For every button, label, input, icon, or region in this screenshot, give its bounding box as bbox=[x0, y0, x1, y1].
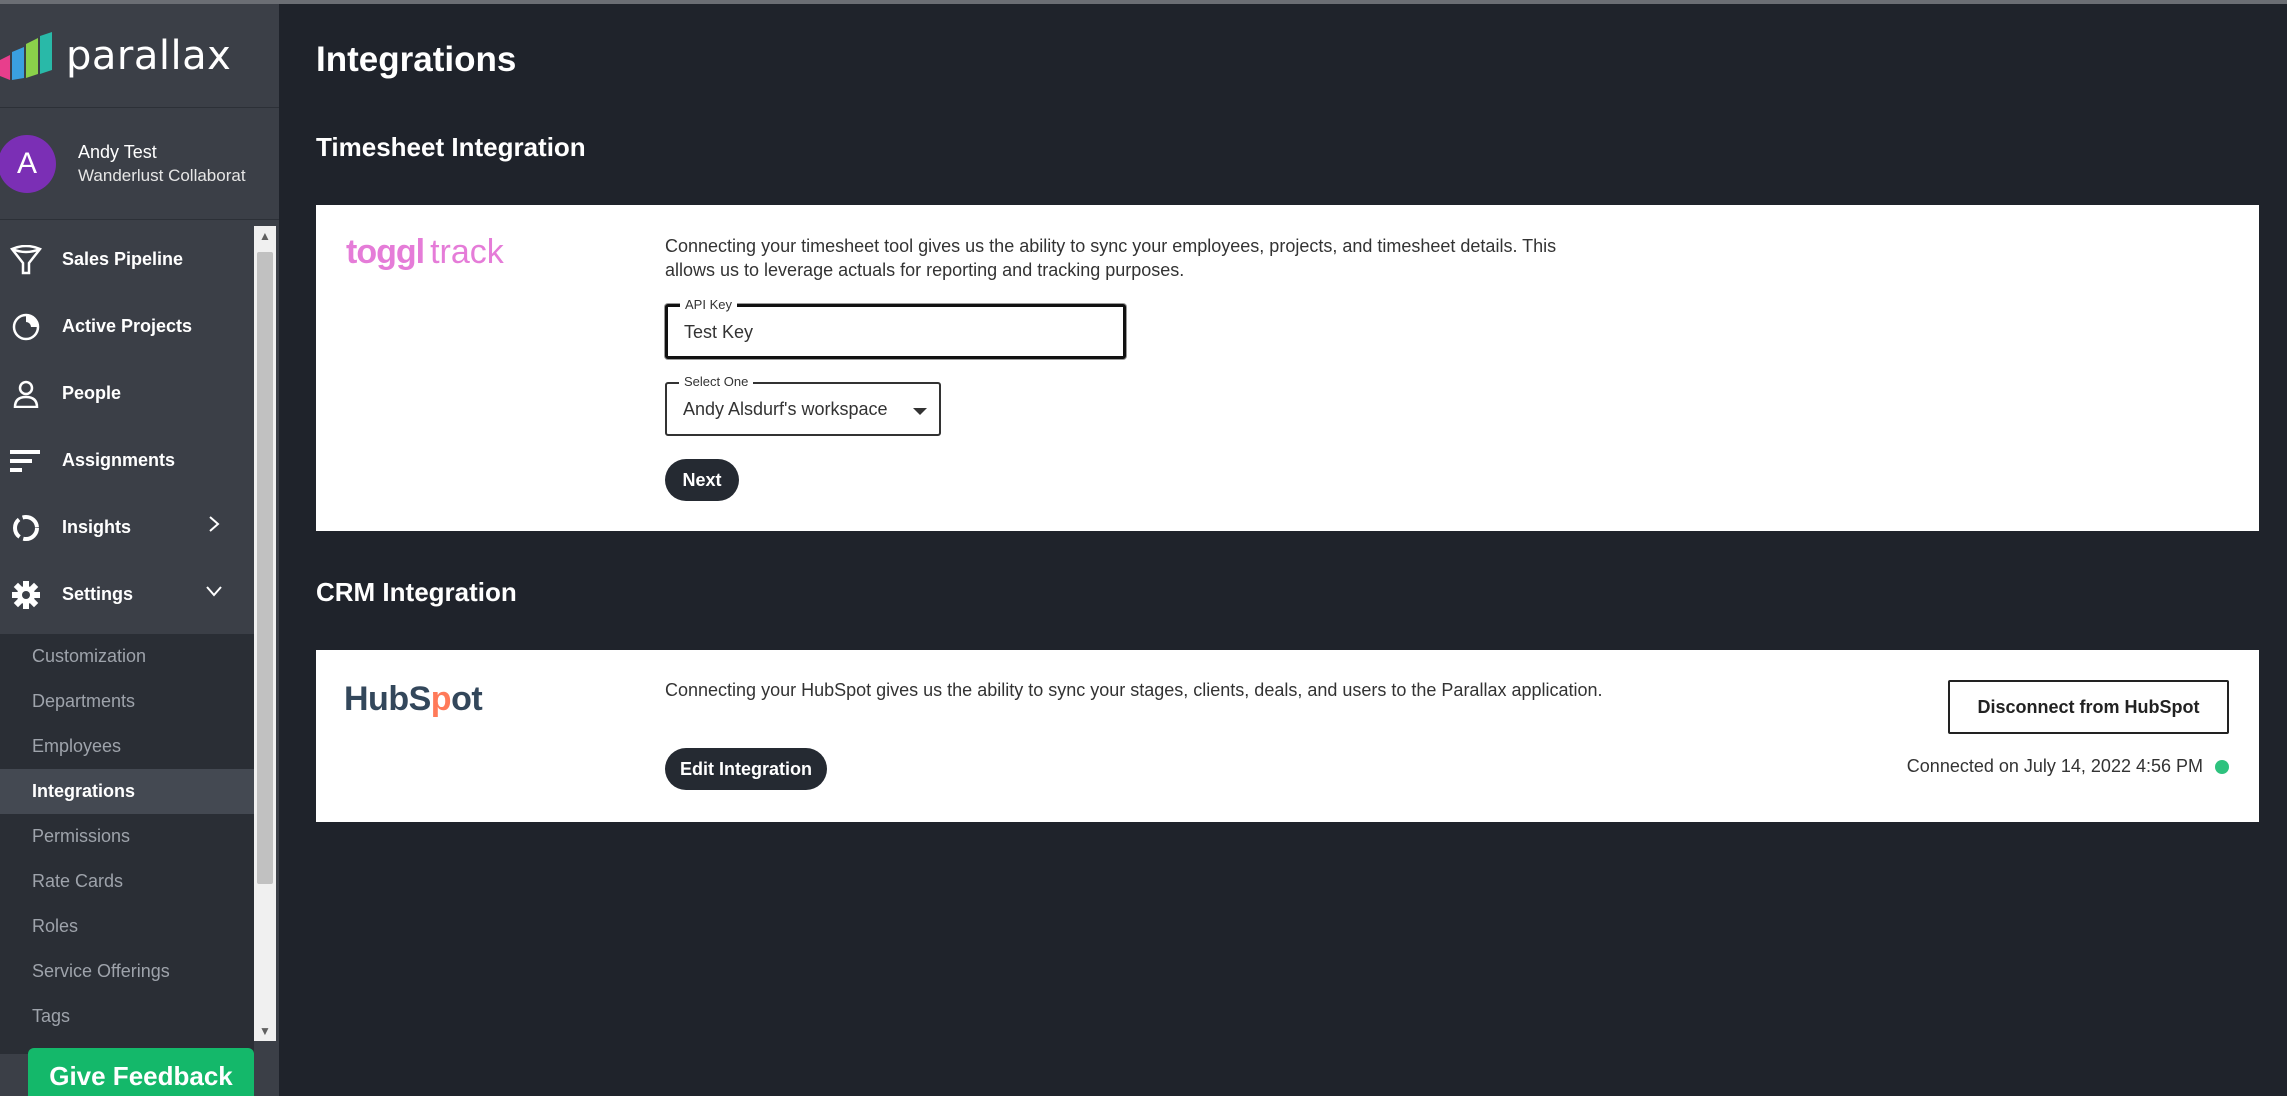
bars-icon bbox=[8, 443, 44, 479]
gear-icon bbox=[8, 577, 44, 613]
nav-item-active-projects[interactable]: Active Projects bbox=[0, 293, 254, 360]
person-icon bbox=[8, 376, 44, 412]
workspace-select-label: Select One bbox=[679, 374, 754, 390]
nav-item-sales-pipeline[interactable]: Sales Pipeline bbox=[0, 226, 254, 293]
hubspot-logo-suffix: ot bbox=[451, 680, 483, 718]
api-key-input[interactable]: API Key Test Key bbox=[665, 297, 1126, 359]
nav-item-assignments[interactable]: Assignments bbox=[0, 427, 254, 494]
crm-description: Connecting your HubSpot gives us the abi… bbox=[665, 680, 1603, 700]
main-content: Integrations Timesheet Integration toggl… bbox=[279, 4, 2287, 1096]
sidebar-subitem-employees[interactable]: Employees bbox=[0, 724, 254, 769]
timesheet-description: Connecting your timesheet tool gives us … bbox=[665, 236, 1557, 280]
workspace-select-value: Andy Alsdurf's workspace bbox=[683, 399, 888, 419]
sidebar-subitem-integrations[interactable]: Integrations bbox=[0, 769, 254, 814]
settings-submenu: Customization Departments Employees Inte… bbox=[0, 634, 254, 1054]
nav-label: Settings bbox=[62, 584, 134, 604]
api-key-value: Test Key bbox=[684, 322, 754, 342]
toggl-logo-bold: toggl bbox=[346, 233, 425, 271]
page-title: Integrations bbox=[316, 40, 517, 79]
hubspot-logo-prefix: HubS bbox=[344, 680, 431, 718]
status-dot-icon bbox=[2215, 760, 2229, 774]
avatar: A bbox=[0, 134, 56, 193]
nav-scroll-area: Sales Pipeline Active Projects People As… bbox=[0, 222, 279, 1054]
caret-down-icon bbox=[913, 408, 927, 415]
sidebar-subitem-service-offerings[interactable]: Service Offerings bbox=[0, 949, 254, 994]
nav-item-insights[interactable]: Insights bbox=[0, 494, 254, 561]
donut-icon bbox=[8, 510, 44, 546]
user-organization: Wanderlust Collaborat bbox=[78, 165, 246, 185]
sidebar: parallax A Andy Test Wanderlust Collabor… bbox=[0, 4, 279, 1096]
timesheet-section-title: Timesheet Integration bbox=[316, 132, 586, 162]
chevron-right-icon bbox=[204, 514, 224, 534]
crm-section-title: CRM Integration bbox=[316, 577, 517, 607]
user-name: Andy Test bbox=[78, 141, 157, 162]
sidebar-subitem-customization[interactable]: Customization bbox=[0, 634, 254, 679]
toggl-track-logo: toggl track bbox=[346, 233, 504, 272]
hubspot-sprocket-icon: p bbox=[430, 680, 452, 718]
next-button[interactable]: Next bbox=[665, 459, 739, 501]
nav-label: People bbox=[62, 383, 122, 403]
sidebar-subitem-rate-cards[interactable]: Rate Cards bbox=[0, 859, 254, 904]
nav-label: Sales Pipeline bbox=[62, 249, 184, 269]
hubspot-logo: HubSpot bbox=[344, 680, 483, 719]
crm-integration-card: HubSpot Connecting your HubSpot gives us… bbox=[316, 650, 2259, 822]
sidebar-scrollbar[interactable]: ▲ ▼ bbox=[254, 226, 276, 1041]
workspace-select[interactable]: Select One Andy Alsdurf's workspace bbox=[665, 374, 941, 436]
user-profile[interactable]: A Andy Test Wanderlust Collaborat bbox=[0, 108, 279, 220]
disconnect-hubspot-button[interactable]: Disconnect from HubSpot bbox=[1948, 680, 2229, 734]
api-key-label: API Key bbox=[680, 297, 737, 313]
chevron-down-icon bbox=[204, 581, 224, 601]
parallax-logo-icon bbox=[0, 30, 56, 82]
connection-status-text: Connected on July 14, 2022 4:56 PM bbox=[1906, 756, 2203, 776]
toggl-logo-light: track bbox=[430, 233, 504, 271]
brand-name: parallax bbox=[66, 32, 232, 79]
nav-label: Assignments bbox=[62, 450, 176, 470]
sidebar-subitem-permissions[interactable]: Permissions bbox=[0, 814, 254, 859]
funnel-icon bbox=[8, 242, 44, 278]
nav-label: Active Projects bbox=[62, 316, 193, 336]
profile-text: Andy Test Wanderlust Collaborat bbox=[78, 140, 258, 188]
timesheet-integration-card: toggl track Connecting your timesheet too… bbox=[316, 205, 2259, 531]
sidebar-subitem-departments[interactable]: Departments bbox=[0, 679, 254, 724]
give-feedback-button[interactable]: Give Feedback bbox=[28, 1048, 254, 1096]
nav-item-settings[interactable]: Settings bbox=[0, 561, 254, 628]
pie-chart-icon bbox=[8, 309, 44, 345]
sidebar-subitem-tags[interactable]: Tags bbox=[0, 994, 254, 1039]
nav-label: Insights bbox=[62, 517, 132, 537]
edit-integration-button[interactable]: Edit Integration bbox=[665, 748, 827, 790]
sidebar-subitem-roles[interactable]: Roles bbox=[0, 904, 254, 949]
scrollbar-thumb[interactable] bbox=[257, 252, 273, 884]
scroll-up-arrow-icon[interactable]: ▲ bbox=[254, 226, 276, 246]
brand-header[interactable]: parallax bbox=[0, 4, 279, 108]
nav-item-people[interactable]: People bbox=[0, 360, 254, 427]
scroll-down-arrow-icon[interactable]: ▼ bbox=[254, 1021, 276, 1041]
